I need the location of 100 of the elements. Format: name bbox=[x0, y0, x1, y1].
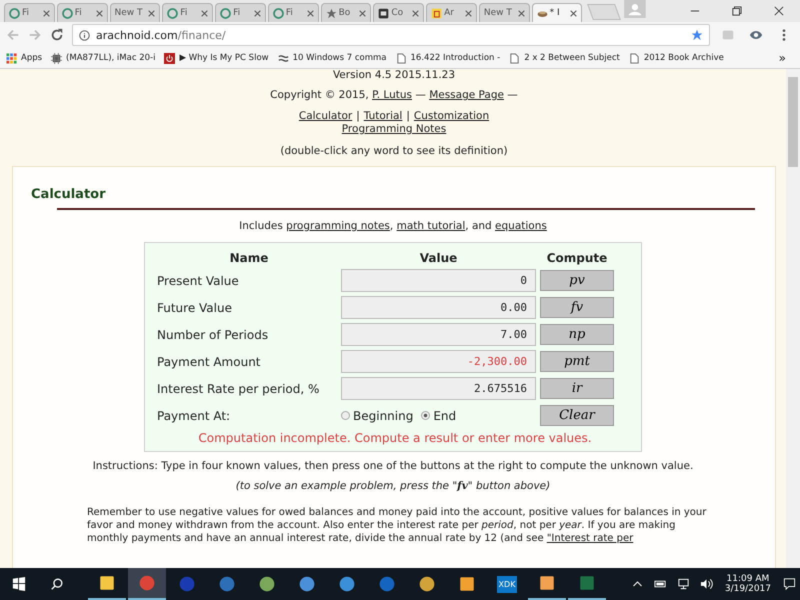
nav-link[interactable]: Programming Notes bbox=[342, 123, 446, 135]
browser-tab[interactable]: Co bbox=[373, 3, 424, 22]
bookmark-item[interactable]: (MA877LL), iMac 20-i bbox=[51, 52, 156, 64]
nav-link[interactable]: Customization bbox=[414, 110, 490, 122]
more-bookmarks[interactable]: » bbox=[778, 51, 786, 65]
reload-icon[interactable] bbox=[50, 28, 64, 42]
bookmark-star-icon[interactable] bbox=[691, 29, 703, 41]
field-label: Interest Rate per period, % bbox=[157, 382, 320, 396]
close-icon[interactable] bbox=[774, 6, 784, 16]
app-icon bbox=[218, 575, 236, 593]
browser-tab[interactable]: Ar bbox=[426, 3, 477, 22]
circle-logo-icon bbox=[62, 8, 73, 18]
app-icon bbox=[178, 575, 196, 593]
compute-button[interactable]: np bbox=[540, 324, 614, 345]
taskbar-app[interactable]: XDK bbox=[488, 568, 526, 600]
link[interactable]: P. Lutus bbox=[372, 89, 412, 101]
clock[interactable]: 11:09 AM 3/19/2017 bbox=[724, 574, 771, 594]
page-icon bbox=[509, 52, 520, 64]
search-icon[interactable] bbox=[50, 577, 64, 591]
link[interactable]: math tutorial bbox=[396, 220, 466, 232]
nav-link[interactable]: Tutorial bbox=[364, 110, 402, 122]
app-icon bbox=[538, 574, 556, 592]
field-label: Payment Amount bbox=[157, 354, 262, 368]
battery-icon[interactable] bbox=[654, 578, 667, 590]
app-icon bbox=[338, 575, 356, 593]
bookmark-item[interactable]: 2 x 2 Between Subject bbox=[509, 52, 620, 64]
bookmark-item[interactable]: 2012 Book Archive bbox=[628, 52, 724, 64]
field-label: Future Value bbox=[157, 300, 233, 314]
example-text: (to solve an example problem, press the "fv" button above) bbox=[234, 480, 552, 492]
star-icon bbox=[326, 8, 337, 18]
paragraph: Remember to use negative values for owed balances and money paid into the account, positive values for balances in your favor and money withdrawn from the account. Also enter the interest rate per period, not per year. If you are making monthly payments and have an annual interest rate, divide the annual rate by 12 (and see "Interest rate per bbox=[87, 506, 708, 545]
page-icon bbox=[396, 52, 407, 64]
browser-tab[interactable]: * I bbox=[532, 3, 582, 22]
bookmark-item[interactable]: 10 Windows 7 comma bbox=[278, 52, 387, 64]
browser-tab[interactable]: Fi bbox=[56, 3, 108, 22]
version-text: Version 4.5 2015.11.23 bbox=[332, 69, 456, 81]
swirl-icon bbox=[278, 52, 289, 64]
compute-button[interactable]: fv bbox=[540, 297, 614, 318]
app-icon bbox=[298, 575, 316, 593]
value-field[interactable]: 2.675516 bbox=[341, 377, 536, 400]
link[interactable]: programming notes bbox=[286, 220, 390, 232]
compute-button[interactable]: pv bbox=[540, 270, 614, 291]
value-field[interactable]: 0.00 bbox=[341, 296, 536, 319]
network-icon[interactable] bbox=[676, 578, 690, 590]
separator-text: | bbox=[406, 110, 410, 122]
field-label: Present Value bbox=[157, 274, 240, 288]
windows-start-icon[interactable] bbox=[12, 577, 26, 591]
value-field[interactable]: 0 bbox=[341, 269, 536, 292]
browser-tab[interactable]: Bo bbox=[320, 3, 372, 22]
notification-icon[interactable] bbox=[783, 578, 796, 590]
restore-icon[interactable] bbox=[732, 6, 742, 16]
clear-button[interactable]: Clear bbox=[540, 405, 614, 426]
bookmark-item[interactable]: 16.422 Introduction - bbox=[396, 52, 500, 64]
value-field[interactable]: 7.00 bbox=[341, 323, 536, 346]
speaker-icon[interactable] bbox=[700, 578, 713, 590]
radio-option[interactable]: Beginning bbox=[341, 408, 414, 422]
address-bar[interactable]: arachnoid.com/finance/ bbox=[72, 24, 710, 46]
compute-button[interactable]: ir bbox=[540, 378, 614, 399]
separator-text: | bbox=[356, 110, 360, 122]
browser-tab[interactable]: Fi bbox=[162, 3, 214, 22]
taskbar-app[interactable] bbox=[128, 568, 166, 600]
column-header: Name bbox=[228, 251, 270, 265]
circle-logo-icon bbox=[167, 8, 178, 18]
field-label: Number of Periods bbox=[157, 328, 270, 342]
radio-icon[interactable] bbox=[421, 411, 430, 420]
compute-button[interactable]: pmt bbox=[540, 351, 614, 372]
link[interactable]: Message Page bbox=[429, 89, 504, 101]
link[interactable]: "Interest rate per bbox=[546, 533, 634, 544]
circle-logo-icon bbox=[220, 8, 232, 18]
radio-option[interactable]: End bbox=[421, 408, 456, 422]
nav-link[interactable]: Calculator bbox=[298, 110, 352, 122]
radio-icon[interactable] bbox=[341, 411, 350, 420]
power-icon bbox=[164, 52, 176, 64]
browser-tab[interactable]: New T bbox=[478, 3, 530, 22]
bookmark-item[interactable]: ▶ Why Is My PC Slow bbox=[164, 52, 269, 64]
value-field[interactable]: -2,300.00 bbox=[341, 350, 536, 373]
scrollbar[interactable] bbox=[786, 69, 800, 568]
eye-icon[interactable] bbox=[749, 28, 763, 42]
column-header: Value bbox=[418, 251, 458, 265]
info-icon bbox=[79, 30, 90, 40]
circle-logo-icon bbox=[272, 8, 284, 18]
app-icon bbox=[258, 575, 276, 593]
browser-tab[interactable]: Fi bbox=[268, 3, 319, 22]
chip-icon bbox=[51, 52, 62, 64]
link[interactable]: equations bbox=[495, 220, 547, 232]
browser-tab[interactable]: New T bbox=[110, 3, 160, 22]
bookmark-item[interactable]: Apps bbox=[6, 52, 42, 64]
copyright-text: Copyright © 2015, P. Lutus — Message Page — bbox=[269, 89, 519, 101]
app-icon bbox=[98, 574, 116, 592]
column-header: Compute bbox=[546, 251, 608, 265]
square-logo-icon bbox=[378, 8, 390, 18]
browser-tab[interactable]: Fi bbox=[215, 3, 266, 22]
browser-tab[interactable]: Fi bbox=[4, 3, 55, 22]
letter-logo-icon bbox=[431, 8, 442, 18]
status-message: Computation incomplete. Compute a result or enter more values. bbox=[197, 431, 593, 445]
instructions-text: Instructions: Type in four known values, then press one of the buttons at the right to compute the unknown value. bbox=[92, 460, 694, 472]
section-heading: Calculator bbox=[31, 187, 107, 202]
app-icon bbox=[458, 575, 476, 593]
apps-grid-icon bbox=[6, 52, 17, 64]
close-icon[interactable] bbox=[570, 10, 578, 16]
